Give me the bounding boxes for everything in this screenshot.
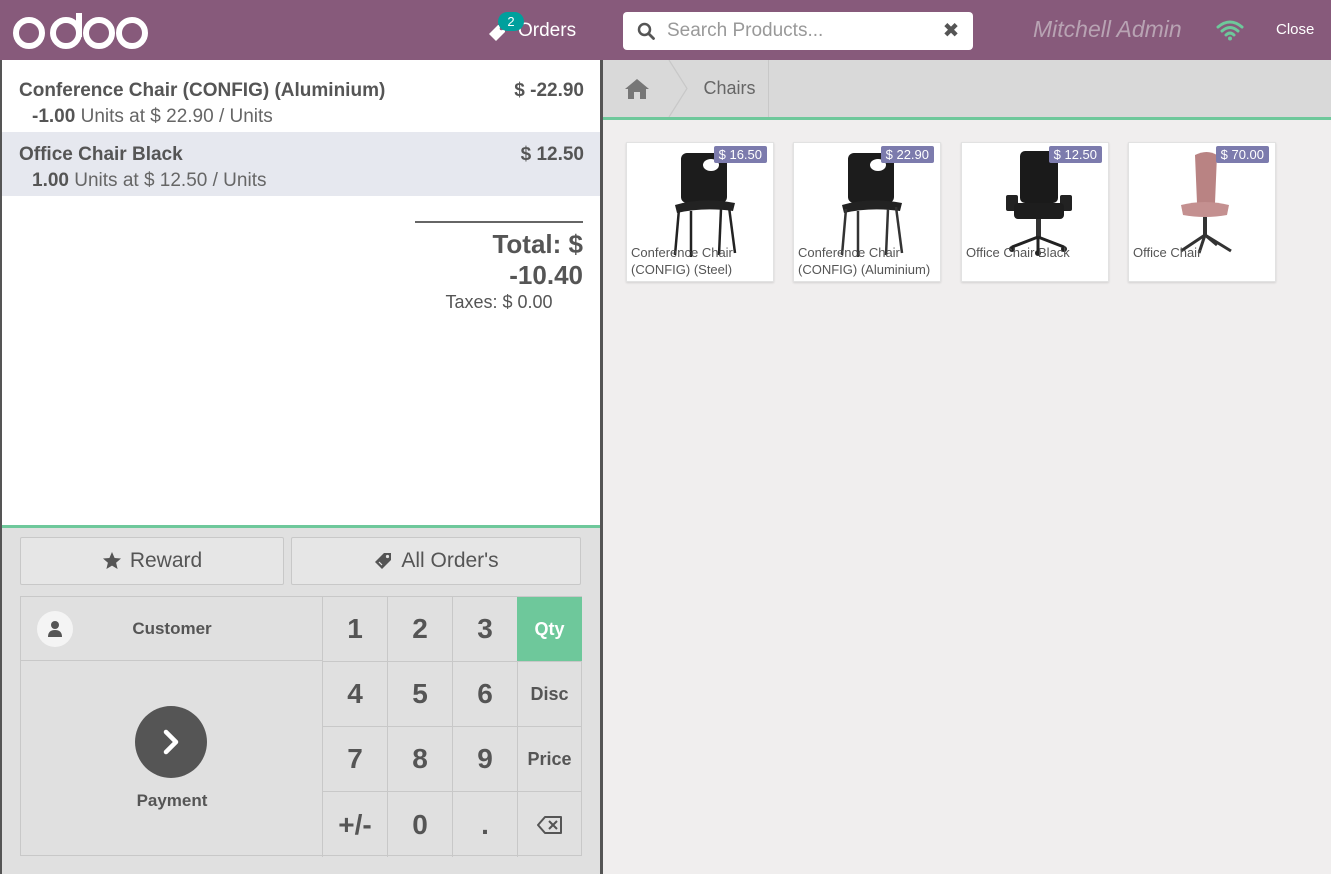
product-image bbox=[673, 153, 737, 257]
numpad-key-sign[interactable]: +/- bbox=[323, 792, 388, 857]
control-pad: Reward All Order's Customer Payment 1 2 … bbox=[2, 525, 600, 874]
product-price-tag: $ 22.90 bbox=[880, 146, 934, 163]
orders-label: Orders bbox=[518, 20, 577, 41]
mode-qty-button[interactable]: Qty bbox=[517, 597, 582, 662]
product-name: Office Chair Black bbox=[966, 245, 1070, 260]
mode-disc-button[interactable]: Disc bbox=[517, 662, 582, 727]
order-line-name: Conference Chair (CONFIG) (Aluminium) bbox=[19, 80, 386, 101]
numpad-key-0[interactable]: 0 bbox=[388, 792, 453, 857]
customer-button[interactable]: Customer bbox=[21, 597, 323, 661]
order-line[interactable]: Conference Chair (CONFIG) (Aluminium) $ … bbox=[2, 68, 600, 132]
backspace-button[interactable] bbox=[517, 792, 582, 857]
numpad-key-4[interactable]: 4 bbox=[323, 662, 388, 727]
product-card[interactable]: $ 22.90 Conference Chair (CONFIG) (Alumi… bbox=[793, 142, 941, 282]
wifi-icon[interactable] bbox=[1216, 18, 1244, 42]
clear-search-icon[interactable]: ✖ bbox=[940, 20, 962, 42]
breadcrumb-home[interactable] bbox=[603, 60, 671, 117]
star-icon bbox=[102, 552, 121, 569]
order-total: Total: $ -10.40 bbox=[492, 229, 583, 290]
product-price-tag: $ 16.50 bbox=[713, 146, 767, 163]
numpad-key-5[interactable]: 5 bbox=[388, 662, 453, 727]
cashier-name[interactable]: Mitchell Admin bbox=[1033, 16, 1182, 43]
product-card[interactable]: $ 16.50 Conference Chair (CONFIG) (Steel… bbox=[626, 142, 774, 282]
product-price-tag: $ 70.00 bbox=[1215, 146, 1269, 163]
order-taxes: Taxes: $ 0.00 bbox=[445, 292, 553, 312]
order-line-selected[interactable]: Office Chair Black $ 12.50 1.00 Units at… bbox=[2, 132, 600, 196]
search-box bbox=[623, 12, 973, 50]
numpad: Customer Payment 1 2 3 4 5 6 7 8 9 +/- 0 bbox=[20, 596, 582, 857]
numpad-key-decimal[interactable]: . bbox=[453, 792, 518, 857]
category-breadcrumb: Chairs bbox=[603, 60, 1331, 120]
product-name: Conference Chair (CONFIG) (Aluminium) bbox=[798, 245, 931, 277]
product-name: Conference Chair (CONFIG) (Steel) bbox=[631, 245, 733, 277]
order-summary: Total: $ -10.40 Taxes: $ 0.00 bbox=[415, 221, 583, 313]
payment-label: Payment bbox=[136, 791, 208, 810]
search-icon bbox=[637, 22, 655, 40]
payment-button[interactable]: Payment bbox=[21, 661, 323, 857]
order-line-detail: 1.00 Units at $ 12.50 / Units bbox=[32, 170, 266, 192]
numpad-key-2[interactable]: 2 bbox=[388, 597, 453, 662]
numpad-key-7[interactable]: 7 bbox=[323, 727, 388, 792]
product-card[interactable]: $ 70.00 Office Chair bbox=[1128, 142, 1276, 282]
numpad-key-6[interactable]: 6 bbox=[453, 662, 518, 727]
top-bar: 2 Orders ✖ Mitchell Admin Close bbox=[0, 0, 1331, 60]
order-line-price: $ 12.50 bbox=[520, 144, 584, 165]
order-line-detail: -1.00 Units at $ 22.90 / Units bbox=[32, 106, 273, 128]
home-icon bbox=[625, 78, 649, 99]
product-card[interactable]: $ 12.50 Office Chair Black bbox=[961, 142, 1109, 282]
odoo-logo bbox=[13, 13, 148, 49]
numpad-key-3[interactable]: 3 bbox=[453, 597, 518, 662]
orders-button[interactable]: 2 Orders bbox=[486, 12, 577, 48]
product-image bbox=[1180, 152, 1232, 254]
product-price-tag: $ 12.50 bbox=[1048, 146, 1102, 163]
numpad-key-1[interactable]: 1 bbox=[323, 597, 388, 662]
numpad-key-9[interactable]: 9 bbox=[453, 727, 518, 792]
breadcrumb-separator bbox=[668, 60, 688, 117]
order-line-qty: 1.00 bbox=[32, 170, 69, 191]
backspace-icon bbox=[536, 815, 562, 834]
search-input[interactable] bbox=[667, 17, 929, 45]
orders-count-badge: 2 bbox=[498, 12, 524, 31]
breadcrumb-chairs[interactable]: Chairs bbox=[691, 60, 769, 117]
product-name: Office Chair bbox=[1133, 245, 1202, 260]
order-line-unit-info: Units at $ 22.90 / Units bbox=[80, 106, 273, 127]
order-line-price: $ -22.90 bbox=[514, 80, 584, 101]
product-image bbox=[1006, 151, 1072, 256]
order-line-unit-info: Units at $ 12.50 / Units bbox=[74, 170, 267, 191]
order-line-name: Office Chair Black bbox=[19, 144, 183, 165]
products-pane: Chairs $ 16.50 Conference Chair (CONFIG)… bbox=[603, 60, 1331, 874]
reward-label: Reward bbox=[129, 549, 203, 572]
mode-price-button[interactable]: Price bbox=[517, 727, 582, 792]
close-button[interactable]: Close bbox=[1276, 21, 1314, 38]
reward-button[interactable]: Reward bbox=[20, 537, 284, 585]
order-line-qty: -1.00 bbox=[32, 106, 76, 127]
order-pane: Conference Chair (CONFIG) (Aluminium) $ … bbox=[0, 60, 603, 874]
chevron-right-icon bbox=[135, 706, 207, 778]
ticket-icon bbox=[375, 553, 392, 569]
customer-label: Customer bbox=[132, 619, 212, 638]
all-orders-label: All Order's bbox=[401, 549, 499, 572]
product-image bbox=[840, 153, 904, 257]
all-orders-button[interactable]: All Order's bbox=[291, 537, 581, 585]
numpad-key-8[interactable]: 8 bbox=[388, 727, 453, 792]
